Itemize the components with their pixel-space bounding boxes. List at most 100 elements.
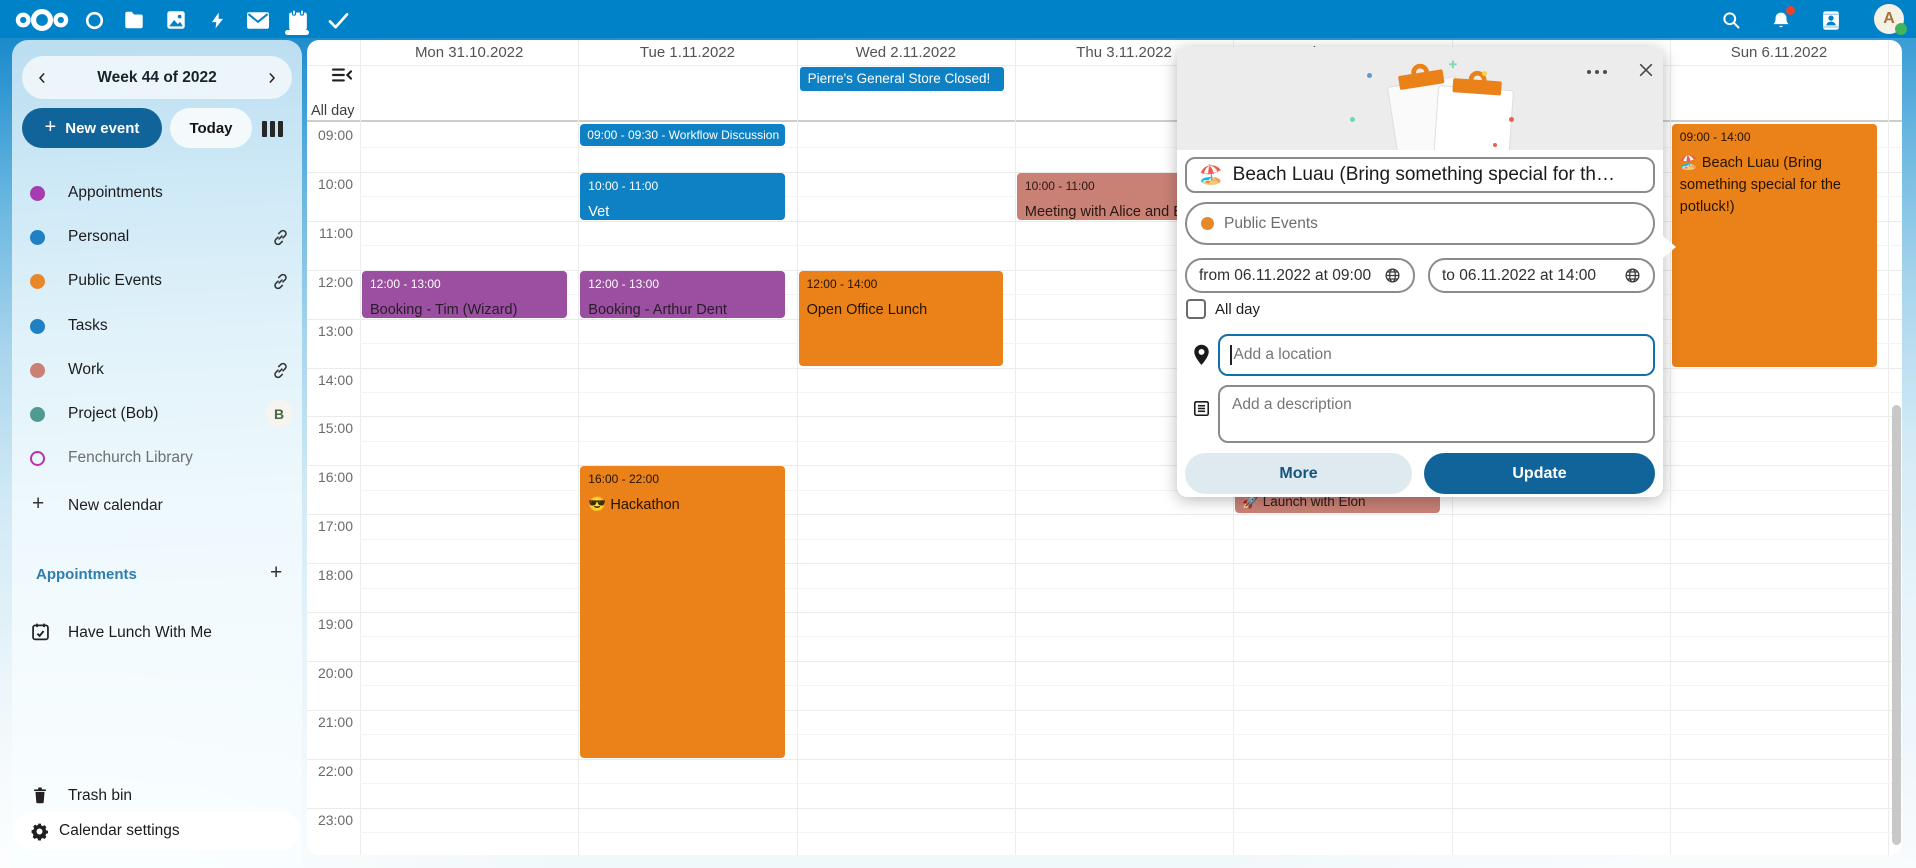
- new-event-button[interactable]: + New event: [22, 108, 162, 148]
- calendar-select[interactable]: Public Events: [1185, 202, 1655, 245]
- app-window: A Week 44 of 2022 + New event Today Appo…: [0, 0, 1916, 868]
- event-title-input[interactable]: 🏖️ Beach Luau (Bring something special f…: [1185, 157, 1655, 193]
- sidebar-calendar-item[interactable]: Appointments: [22, 181, 294, 207]
- day-header[interactable]: Mon 31.10.2022: [360, 44, 578, 62]
- hour-line: [307, 710, 1902, 711]
- globe-icon: [1624, 267, 1641, 284]
- confetti-dot: [1493, 143, 1497, 147]
- trash-bin-item[interactable]: Trash bin: [22, 783, 294, 809]
- half-hour-line: [360, 343, 1902, 344]
- hour-label: 13:00: [307, 323, 353, 339]
- activity-icon[interactable]: [205, 8, 229, 32]
- calendar-event[interactable]: 10:00 - 11:00Vet: [580, 173, 785, 220]
- tasks-icon[interactable]: [326, 8, 350, 32]
- appointment-config-item[interactable]: Have Lunch With Me: [22, 620, 294, 646]
- hour-label: 11:00: [307, 225, 353, 241]
- hour-line: [307, 661, 1902, 662]
- view-columns-icon[interactable]: [262, 121, 288, 137]
- more-button[interactable]: More: [1185, 453, 1412, 494]
- contacts-icon[interactable]: [1819, 8, 1843, 32]
- location-input[interactable]: Add a location: [1218, 334, 1655, 376]
- half-hour-line: [360, 147, 1902, 148]
- hour-label: 10:00: [307, 176, 353, 192]
- calendar-label: Project (Bob): [68, 405, 158, 423]
- files-icon[interactable]: [122, 8, 146, 32]
- event-time: 10:00 - 11:00: [580, 173, 785, 193]
- calendar-event[interactable]: 12:00 - 13:00Booking - Arthur Dent: [580, 271, 785, 318]
- new-calendar-button[interactable]: + New calendar: [22, 493, 294, 519]
- trash-icon: [31, 785, 49, 805]
- update-button[interactable]: Update: [1424, 453, 1655, 494]
- sidebar-calendar-item[interactable]: Fenchurch Library: [22, 446, 294, 472]
- allday-label: All day: [311, 103, 357, 119]
- plus-icon: +: [32, 494, 44, 514]
- calendar-color-dot: [1201, 217, 1214, 230]
- day-header[interactable]: Tue 1.11.2022: [578, 44, 796, 62]
- calendar-event[interactable]: 12:00 - 13:00Booking - Tim (Wizard): [362, 271, 567, 318]
- top-bar: A: [0, 0, 1916, 38]
- hour-label: 22:00: [307, 763, 353, 779]
- checkbox[interactable]: [1186, 299, 1206, 319]
- column-divider: [1015, 40, 1016, 855]
- confetti-dot: [1482, 71, 1487, 76]
- sidebar-calendar-item[interactable]: Personal: [22, 225, 294, 251]
- sidebar-calendar-item[interactable]: Tasks: [22, 314, 294, 340]
- start-datetime-field[interactable]: from 06.11.2022 at 09:00: [1185, 258, 1415, 293]
- globe-icon: [1384, 267, 1401, 284]
- nextcloud-logo-icon[interactable]: [9, 8, 75, 32]
- column-divider: [578, 40, 579, 855]
- sidebar: Week 44 of 2022 + New event Today Appoin…: [12, 40, 302, 868]
- location-pin-icon: [1193, 344, 1210, 366]
- hour-label: 16:00: [307, 469, 353, 485]
- close-icon[interactable]: [1633, 57, 1659, 83]
- event-title: 😎 Hackathon: [580, 486, 785, 517]
- column-divider: [1888, 40, 1889, 855]
- event-title: Booking - Arthur Dent: [580, 291, 785, 318]
- dashboard-icon[interactable]: [82, 8, 106, 32]
- event-title: Booking - Tim (Wizard): [362, 291, 567, 318]
- hour-label: 19:00: [307, 616, 353, 632]
- calendar-app-icon[interactable]: [286, 8, 310, 32]
- event-title: 🏖️ Beach Luau (Bring something special f…: [1672, 144, 1877, 218]
- calendar-event[interactable]: 09:00 - 14:00🏖️ Beach Luau (Bring someth…: [1672, 124, 1877, 367]
- end-datetime-field[interactable]: to 06.11.2022 at 14:00: [1428, 258, 1655, 293]
- event-title: Vet: [580, 193, 785, 220]
- day-header[interactable]: Wed 2.11.2022: [797, 44, 1015, 62]
- event-time: 12:00 - 13:00: [362, 271, 567, 291]
- sidebar-calendar-item[interactable]: Project (Bob)B: [22, 402, 294, 428]
- half-hour-line: [360, 441, 1902, 442]
- share-link-icon: [272, 362, 289, 379]
- share-link-icon: [272, 362, 289, 384]
- vertical-scrollbar[interactable]: [1892, 405, 1901, 845]
- hour-label: 17:00: [307, 518, 353, 534]
- column-divider: [797, 40, 798, 855]
- more-actions-icon[interactable]: [1582, 63, 1612, 81]
- calendar-event[interactable]: 16:00 - 22:00😎 Hackathon: [580, 466, 785, 757]
- today-button[interactable]: Today: [170, 108, 252, 148]
- photos-icon[interactable]: [164, 8, 188, 32]
- plus-icon: +: [45, 116, 57, 139]
- share-link-icon: [272, 229, 289, 246]
- week-label: Week 44 of 2022: [22, 56, 292, 99]
- sidebar-calendar-item[interactable]: Work: [22, 358, 294, 384]
- description-input[interactable]: Add a description: [1218, 385, 1655, 443]
- day-header[interactable]: Sun 6.11.2022: [1670, 44, 1888, 62]
- add-appointment-config-button[interactable]: +: [270, 563, 282, 583]
- calendar-label: Tasks: [68, 317, 108, 335]
- allday-event[interactable]: Pierre's General Store Closed!: [800, 67, 1004, 91]
- calendar-color-dot: [30, 230, 45, 245]
- calendar-settings-button[interactable]: Calendar settings: [13, 812, 300, 850]
- hour-label: 23:00: [307, 812, 353, 828]
- allday-checkbox[interactable]: All day: [1186, 299, 1260, 319]
- section-heading: Appointments: [36, 566, 137, 583]
- calendar-color-dot: [30, 186, 45, 201]
- sidebar-calendar-item[interactable]: Public Events: [22, 269, 294, 295]
- next-week-button[interactable]: [260, 66, 284, 90]
- mail-icon[interactable]: [246, 8, 270, 32]
- search-icon[interactable]: [1719, 8, 1743, 32]
- calendar-event[interactable]: 12:00 - 14:00Open Office Lunch: [799, 271, 1004, 367]
- collapse-allday-icon[interactable]: [329, 66, 355, 89]
- week-navigation: Week 44 of 2022: [22, 56, 292, 99]
- calendar-color-dot: [30, 319, 45, 334]
- calendar-event[interactable]: 09:00 - 09:30 - Workflow Discussion: [580, 124, 785, 146]
